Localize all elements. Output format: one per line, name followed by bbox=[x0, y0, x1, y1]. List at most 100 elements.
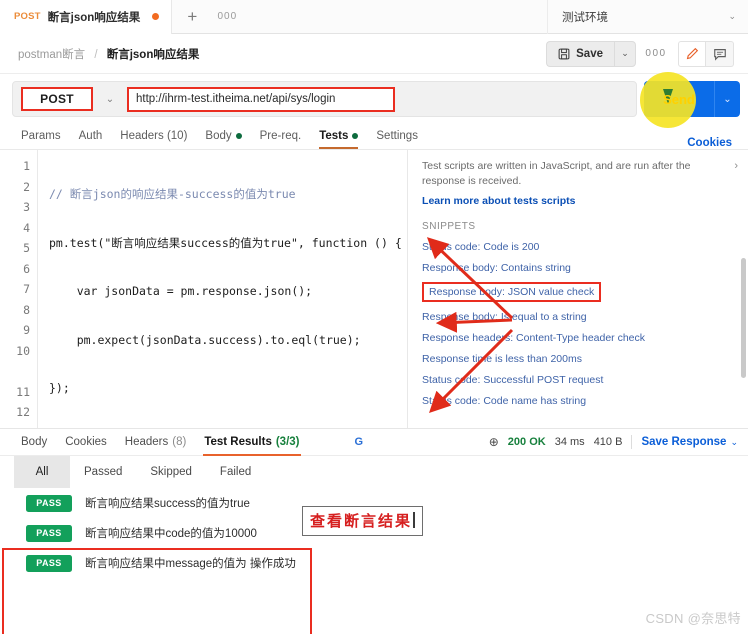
snippet-json-value-check[interactable]: Response body: JSON value check bbox=[422, 281, 602, 303]
response-tab-headers[interactable]: Headers (8) bbox=[116, 428, 196, 456]
save-options-caret[interactable]: ⌄ bbox=[614, 40, 636, 67]
meta-divider bbox=[631, 435, 633, 449]
url-shell: POST ⌄ http://ihrm-test.itheima.net/api/… bbox=[12, 81, 637, 117]
response-tab-body[interactable]: Body bbox=[12, 428, 56, 456]
test-name: 断言响应结果success的值为true bbox=[85, 498, 250, 510]
tab-body[interactable]: Body bbox=[196, 123, 250, 149]
breadcrumb-separator: / bbox=[94, 48, 98, 61]
request-tabs: Params Auth Headers (10) Body Pre-req. T… bbox=[0, 124, 748, 150]
tab-body-label: Body bbox=[205, 130, 232, 142]
edit-pencil-button[interactable] bbox=[678, 40, 706, 67]
tab-settings[interactable]: Settings bbox=[367, 123, 427, 149]
method-selector[interactable]: POST bbox=[21, 87, 93, 111]
response-tab-test-results-label: Test Results bbox=[204, 436, 272, 448]
environment-selector[interactable]: 测试环境 ⌄ bbox=[548, 0, 748, 34]
tab-auth-label: Auth bbox=[78, 130, 103, 142]
snippet-response-time[interactable]: Response time is less than 200ms bbox=[422, 353, 736, 366]
environment-label: 测试环境 bbox=[562, 11, 608, 24]
learn-more-link[interactable]: Learn more about tests scripts bbox=[422, 195, 736, 207]
breadcrumb-current: 断言json响应结果 bbox=[106, 48, 200, 61]
send-button-label: Send bbox=[663, 91, 695, 107]
snippet-content-type-header[interactable]: Response headers: Content-Type header ch… bbox=[422, 332, 736, 345]
collapse-pane-chevron-icon[interactable]: › bbox=[734, 160, 738, 172]
send-button[interactable]: Send bbox=[644, 81, 714, 117]
refresh-icon[interactable]: G bbox=[355, 436, 364, 448]
url-input[interactable]: http://ihrm-test.itheima.net/api/sys/log… bbox=[127, 86, 395, 112]
breadcrumb-row: postman断言 / 断言json响应结果 Save ⌄ 000 bbox=[0, 34, 748, 74]
send-options-caret[interactable]: ⌄ bbox=[714, 81, 740, 117]
line-number bbox=[0, 361, 37, 382]
request-more-menu[interactable]: 000 bbox=[640, 41, 672, 67]
cookies-link[interactable]: Cookies bbox=[687, 137, 734, 149]
response-time: 34 ms bbox=[554, 436, 585, 448]
filter-passed[interactable]: Passed bbox=[70, 456, 136, 488]
tab-strip: POST 断言json响应结果 + 000 测试环境 ⌄ bbox=[0, 0, 748, 34]
status-badge: PASS bbox=[26, 524, 72, 542]
tests-editor-split: 1 2 3 4 5 6 7 8 9 10 11 12 // 断言json的响应结… bbox=[0, 150, 748, 428]
snippets-intro-text: Test scripts are written in JavaScript, … bbox=[422, 160, 691, 187]
tests-present-dot bbox=[352, 133, 359, 139]
filter-failed[interactable]: Failed bbox=[206, 456, 265, 488]
line-number: 6 bbox=[23, 261, 30, 276]
send-group: Send ⌄ bbox=[640, 72, 740, 128]
annotation-callout-text: 查看断言结果 bbox=[310, 512, 413, 530]
line-number: 3 bbox=[23, 200, 30, 214]
request-tab-assert-json[interactable]: POST 断言json响应结果 bbox=[0, 0, 173, 34]
code-line: }); bbox=[38, 378, 407, 399]
filter-skipped[interactable]: Skipped bbox=[136, 456, 206, 488]
tab-tests[interactable]: Tests bbox=[310, 123, 367, 149]
annotation-callout-box: 查看断言结果 bbox=[302, 506, 423, 536]
filter-all[interactable]: All bbox=[14, 456, 70, 488]
breadcrumb-parent[interactable]: postman断言 bbox=[18, 49, 85, 61]
globe-icon: ⊕ bbox=[488, 435, 499, 449]
breadcrumb: postman断言 / 断言json响应结果 bbox=[18, 46, 199, 62]
tab-params[interactable]: Params bbox=[12, 123, 70, 149]
url-input-value: http://ihrm-test.itheima.net/api/sys/log… bbox=[136, 93, 336, 105]
code-text: pm.expect(jsonData.success).to.eql(true)… bbox=[49, 332, 361, 347]
snippets-scrollbar[interactable] bbox=[741, 258, 746, 378]
snippet-code-name-has-string[interactable]: Status code: Code name has string bbox=[422, 395, 736, 408]
snippet-body-equal-string[interactable]: Response body: Is equal to a string bbox=[422, 311, 736, 324]
response-tab-test-results[interactable]: Test Results (3/3) bbox=[195, 428, 308, 456]
tests-code-editor[interactable]: 1 2 3 4 5 6 7 8 9 10 11 12 // 断言json的响应结… bbox=[0, 150, 409, 428]
save-button[interactable]: Save bbox=[546, 40, 614, 67]
editor-gutter: 1 2 3 4 5 6 7 8 9 10 11 12 bbox=[0, 150, 38, 428]
response-tab-cookies[interactable]: Cookies bbox=[56, 428, 116, 456]
snippet-successful-post[interactable]: Status code: Successful POST request bbox=[422, 374, 736, 387]
line-number: 9 bbox=[23, 323, 30, 337]
new-tab-icon[interactable]: + bbox=[172, 0, 212, 34]
response-bar: Body Cookies Headers (8) Test Results (3… bbox=[0, 428, 748, 456]
test-result-filters: All Passed Skipped Failed bbox=[0, 456, 748, 488]
tab-pre-request[interactable]: Pre-req. bbox=[251, 123, 311, 149]
response-tab-body-label: Body bbox=[21, 436, 48, 448]
chevron-down-icon: ⌄ bbox=[728, 11, 736, 21]
line-number: 10 bbox=[16, 343, 30, 358]
tab-headers[interactable]: Headers (10) bbox=[111, 123, 196, 149]
line-number: 12 bbox=[16, 405, 30, 419]
editor-code-area[interactable]: // 断言json的响应结果-success的值为true pm.test("断… bbox=[38, 150, 407, 428]
snippets-pane: › Test scripts are written in JavaScript… bbox=[408, 150, 748, 428]
save-response-chevron-down-icon: ⌄ bbox=[730, 437, 738, 447]
code-line: pm.test("断言响应结果success的值为true", function… bbox=[38, 233, 407, 254]
tab-tests-label: Tests bbox=[319, 130, 349, 142]
table-row[interactable]: PASS 断言响应结果中message的值为 操作成功 bbox=[0, 548, 748, 578]
status-badge: PASS bbox=[26, 554, 72, 572]
tab-auth[interactable]: Auth bbox=[70, 123, 112, 149]
tab-params-label: Params bbox=[21, 130, 61, 142]
line-number: 4 bbox=[23, 220, 30, 235]
tab-headers-label: Headers (10) bbox=[120, 130, 188, 142]
test-name: 断言响应结果中code的值为10000 bbox=[85, 528, 257, 540]
comment-icon bbox=[713, 48, 726, 61]
comments-button[interactable] bbox=[706, 40, 734, 67]
snippet-body-contains-string[interactable]: Response body: Contains string bbox=[422, 262, 736, 275]
response-tab-headers-label: Headers bbox=[124, 436, 169, 448]
method-chevron-down-icon[interactable]: ⌄ bbox=[93, 94, 127, 105]
tab-more-icon[interactable]: 000 bbox=[212, 0, 242, 34]
response-tab-cookies-label: Cookies bbox=[65, 436, 107, 448]
code-line: // 断言json的响应结果-success的值为true bbox=[38, 184, 407, 205]
tab-strip-spacer bbox=[242, 0, 548, 34]
snippet-status-code-200[interactable]: Status code: Code is 200 bbox=[422, 241, 736, 254]
save-response-button[interactable]: Save Response ⌄ bbox=[641, 436, 738, 448]
tab-settings-label: Settings bbox=[376, 130, 418, 142]
code-text: // 断言json的响应结果-success的值为true bbox=[49, 187, 296, 201]
